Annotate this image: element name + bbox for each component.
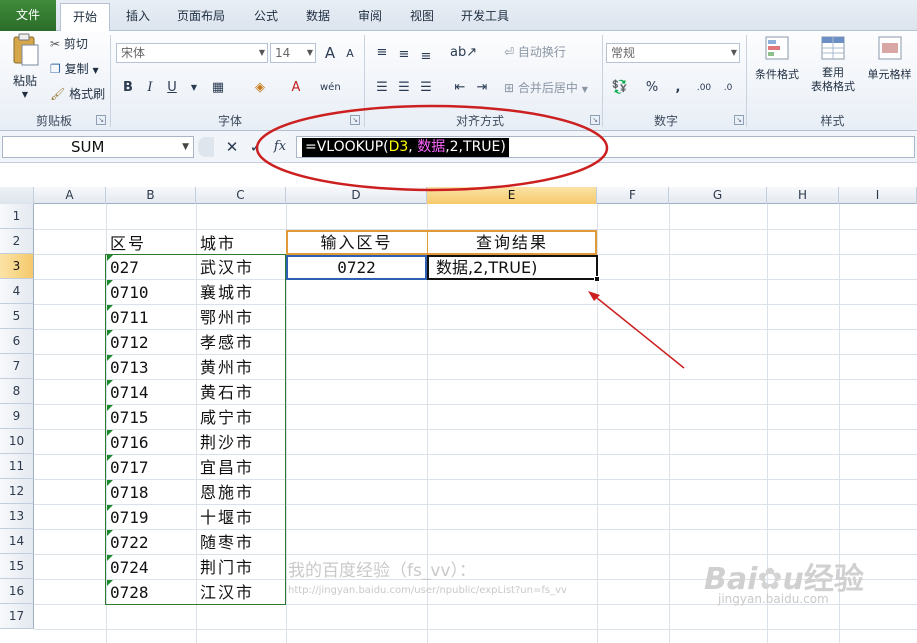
annotation-overlay xyxy=(255,104,685,369)
excel-window: 文件 开始 插入 页面布局 公式 数据 审阅 视图 开发工具 粘贴 ▼ ✂ 剪切… xyxy=(0,0,917,643)
highlight-ellipse xyxy=(255,104,609,192)
pointer-arrow-line xyxy=(591,293,685,369)
